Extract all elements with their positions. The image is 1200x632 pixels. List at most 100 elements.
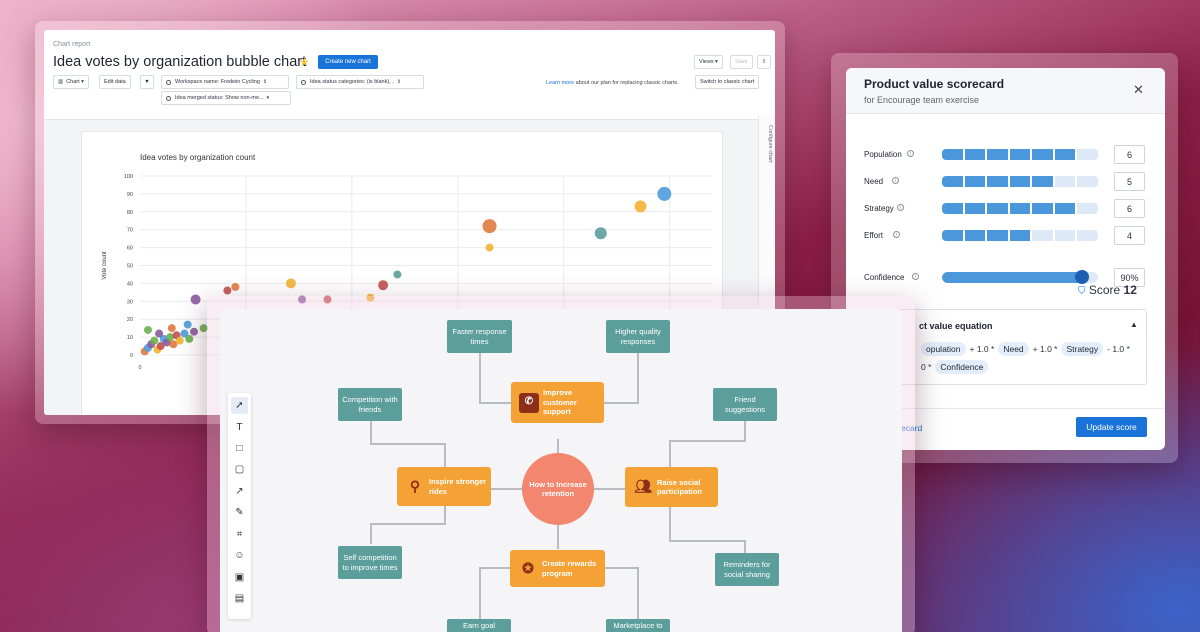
bubble-point: [634, 200, 647, 213]
rating-segment[interactable]: [1054, 230, 1076, 241]
equation-line-2: 0 * Confidence: [921, 360, 989, 374]
info-icon[interactable]: i: [912, 273, 919, 280]
rating-segment[interactable]: [964, 203, 986, 214]
criterion-label: Confidence: [864, 273, 905, 282]
leaf-marketplace[interactable]: Marketplace to: [606, 619, 670, 632]
mindmap-center-node[interactable]: How to Increase retention: [522, 453, 594, 525]
criterion-value-field[interactable]: 6: [1114, 145, 1145, 164]
rectangle-icon[interactable]: □: [231, 440, 248, 457]
rating-segment[interactable]: [1077, 203, 1099, 214]
rating-segment[interactable]: [1032, 203, 1053, 214]
equation-term[interactable]: opulation: [921, 342, 966, 356]
rating-segment[interactable]: [942, 176, 963, 187]
leaf-earn-goal[interactable]: Earn goal: [447, 619, 511, 632]
rating-segment[interactable]: [987, 203, 1008, 214]
close-icon[interactable]: ✕: [1133, 82, 1144, 98]
rating-segment[interactable]: [964, 149, 986, 160]
leaf-faster-response[interactable]: Faster response times: [447, 320, 512, 353]
rating-segment[interactable]: [987, 176, 1008, 187]
rating-segment[interactable]: [1054, 176, 1076, 187]
template-icon[interactable]: ▤: [231, 590, 248, 607]
share-icon[interactable]: ⇧: [757, 55, 771, 69]
y-tick-label: 60: [127, 246, 133, 252]
rating-segment[interactable]: [987, 230, 1008, 241]
save-button[interactable]: Save: [730, 55, 753, 69]
phone-icon: ✆: [519, 392, 539, 413]
equation-term[interactable]: Strategy: [1061, 342, 1104, 356]
merged-filter[interactable]: Idea merged status: Show non-me... ▾: [161, 91, 291, 105]
rating-segment[interactable]: [964, 176, 986, 187]
criterion-value-field[interactable]: 4: [1114, 226, 1145, 245]
create-new-chart-button[interactable]: Create new chart: [318, 55, 378, 69]
views-dropdown[interactable]: Views ▾: [694, 55, 723, 69]
leaf-self-competition[interactable]: Self competition to improve times: [338, 546, 402, 579]
leaf-reminders[interactable]: Reminders for social sharing: [715, 553, 779, 586]
edit-data-button[interactable]: Edit data: [99, 75, 131, 89]
status-filter-label: Idea status categories: (is blank), ,: [310, 79, 394, 85]
emoji-icon[interactable]: ☺: [231, 547, 248, 564]
breadcrumb[interactable]: Chart report: [53, 41, 90, 48]
rating-segment[interactable]: [1009, 149, 1031, 160]
criterion-rating-bar[interactable]: [942, 176, 1099, 187]
leaf-friend-suggestions[interactable]: Friend suggestions: [713, 388, 777, 421]
rating-segment[interactable]: [942, 203, 963, 214]
workspace-filter[interactable]: Workspace name: Fredwin Cycling ⇕: [161, 75, 289, 89]
rating-segment[interactable]: [1077, 230, 1099, 241]
update-score-button[interactable]: Update score: [1076, 417, 1147, 437]
page-title: Idea votes by organization bubble chart: [53, 54, 307, 70]
y-tick-label: 40: [127, 281, 133, 287]
rating-segment[interactable]: [1032, 230, 1053, 241]
arrow-icon[interactable]: ↗: [231, 483, 248, 500]
info-icon[interactable]: i: [897, 204, 904, 211]
branch-rewards-program[interactable]: ✪ Create rewards program: [510, 550, 605, 587]
sticky-note-icon[interactable]: ▢: [231, 461, 248, 478]
info-icon[interactable]: i: [893, 231, 900, 238]
info-icon[interactable]: i: [892, 177, 899, 184]
image-icon[interactable]: ▣: [231, 569, 248, 586]
rating-segment[interactable]: [1054, 149, 1076, 160]
rating-segment[interactable]: [1032, 176, 1053, 187]
rating-segment[interactable]: [964, 230, 986, 241]
branch-inspire-rides[interactable]: ⚲ Inspire stronger rides: [397, 467, 491, 506]
criterion-value-field[interactable]: 6: [1114, 199, 1145, 218]
rating-segment[interactable]: [1077, 176, 1099, 187]
text-icon[interactable]: T: [231, 419, 248, 436]
criterion-value-field[interactable]: 5: [1114, 172, 1145, 191]
equation-term[interactable]: Need: [998, 342, 1029, 356]
criterion-rating-bar[interactable]: [942, 149, 1099, 160]
criterion-row: Strategy i 6: [864, 199, 1154, 218]
branch-improve-support[interactable]: ✆ Improve customer support: [511, 382, 604, 423]
rating-segment[interactable]: [1054, 203, 1076, 214]
rating-segment[interactable]: [1009, 203, 1031, 214]
y-axis-label: Vote count: [102, 251, 108, 280]
info-icon[interactable]: i: [907, 150, 914, 157]
bubble-point: [378, 280, 389, 291]
equation-term[interactable]: Confidence: [935, 360, 989, 374]
branch-label: Create rewards program: [542, 559, 597, 578]
filter-icon[interactable]: ▼: [140, 75, 154, 89]
collapse-icon[interactable]: ▲: [1130, 320, 1138, 329]
switch-classic-button[interactable]: Switch to classic chart: [695, 75, 760, 89]
chart-type-dropdown[interactable]: ▥ Chart ▾: [53, 75, 89, 89]
learn-more-link[interactable]: Learn more: [546, 80, 574, 86]
leaf-higher-quality[interactable]: Higher quality responses: [606, 320, 670, 353]
leaf-competition-friends[interactable]: Competition with friends: [338, 388, 402, 421]
favorite-star-icon[interactable]: ★: [299, 55, 310, 69]
criterion-rating-bar[interactable]: [942, 230, 1099, 241]
branch-social-participation[interactable]: 👥︎ Raise social participation: [625, 467, 718, 507]
criterion-row: Effort i 4: [864, 226, 1154, 245]
status-filter[interactable]: Idea status categories: (is blank), , ⇕: [296, 75, 424, 89]
rating-segment[interactable]: [987, 149, 1008, 160]
rating-segment[interactable]: [1009, 176, 1031, 187]
rating-segment[interactable]: [942, 149, 963, 160]
rating-segment[interactable]: [942, 230, 963, 241]
select-icon[interactable]: ➚: [231, 397, 248, 414]
rating-segment[interactable]: [1077, 149, 1099, 160]
pen-icon[interactable]: ✎: [231, 504, 248, 521]
rating-segment[interactable]: [1032, 149, 1053, 160]
bubble-point: [167, 324, 176, 333]
rating-segment[interactable]: [1009, 230, 1031, 241]
criterion-rating-bar[interactable]: [942, 203, 1099, 214]
frame-icon[interactable]: ⌗: [231, 526, 248, 543]
mindmap-canvas[interactable]: ➚ T □ ▢ ↗ ✎ ⌗ ☺ ▣ ▤ How to Increase rete…: [220, 309, 902, 632]
